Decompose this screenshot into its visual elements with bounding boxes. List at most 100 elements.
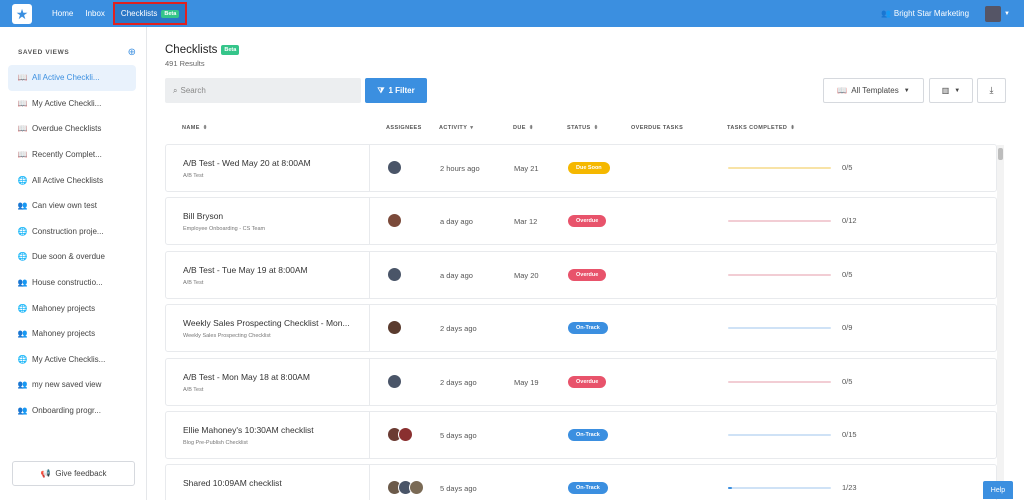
avatar[interactable] bbox=[387, 160, 402, 175]
row-divider bbox=[369, 305, 370, 352]
scrollbar[interactable] bbox=[997, 145, 1004, 497]
template-name: Weekly Sales Prospecting Checklist bbox=[183, 333, 271, 340]
book-icon: 📖 bbox=[17, 150, 28, 160]
template-name: A/B Test bbox=[183, 173, 204, 179]
table-row[interactable]: Shared 10:09AM checklist 5 days ago On-Tra… bbox=[165, 464, 997, 500]
header-activity[interactable]: ACTIVITY ▾ bbox=[439, 125, 473, 131]
sidebar-item[interactable]: 📖 Overdue Checklists bbox=[8, 116, 136, 142]
header-status[interactable]: STATUS ⬍ bbox=[567, 125, 599, 131]
template-name: A/B Test bbox=[183, 279, 204, 286]
templates-dropdown[interactable]: 📖 All Templates ▼ bbox=[823, 78, 924, 103]
progress-bar bbox=[728, 434, 831, 436]
status-badge: Overdue bbox=[568, 215, 607, 228]
status-badge: On-Track bbox=[568, 429, 608, 441]
nav-checklists[interactable]: Checklists Beta bbox=[112, 2, 188, 25]
assignee-avatars[interactable] bbox=[387, 266, 402, 282]
book-icon: 📖 bbox=[17, 73, 28, 83]
users-icon: 👥 bbox=[880, 9, 891, 18]
sidebar-item[interactable]: 📖 Recently Complet... bbox=[8, 142, 136, 168]
sort-icon: ⬍ bbox=[593, 125, 599, 131]
header-name[interactable]: NAME ⬍ bbox=[182, 125, 208, 131]
checklist-name[interactable]: A/B Test - Mon May 18 at 8:00AM bbox=[183, 372, 363, 382]
filter-button[interactable]: ⧩ 1 Filter bbox=[365, 78, 427, 103]
sidebar-item-label: My Active Checkli... bbox=[32, 98, 102, 108]
sidebar-item-label: All Active Checkli... bbox=[32, 73, 100, 83]
sidebar-item-label: Recently Complet... bbox=[32, 150, 102, 160]
sidebar-item[interactable]: 📖 My Active Checkli... bbox=[8, 91, 136, 117]
row-divider bbox=[369, 358, 370, 405]
assignee-avatars[interactable] bbox=[387, 427, 413, 442]
assignee-avatars[interactable] bbox=[387, 373, 402, 389]
add-view-icon[interactable]: ⊕ bbox=[128, 47, 136, 58]
table-row[interactable]: A/B Test - Mon May 18 at 8:00AM A/B Test 2… bbox=[165, 357, 997, 406]
table-row[interactable]: A/B Test - Wed May 20 at 8:00AM A/B Test 2… bbox=[165, 144, 997, 192]
sidebar-item-label: Mahoney projects bbox=[32, 329, 96, 339]
top-bar: ★ Home Inbox Checklists Beta 👥 Bright St… bbox=[0, 0, 1024, 27]
sidebar-item[interactable]: 👥 Onboarding progr... bbox=[8, 398, 136, 424]
sidebar-item[interactable]: 🌐 Construction proje... bbox=[8, 219, 136, 245]
header-status-label: STATUS bbox=[567, 125, 591, 131]
checklist-name[interactable]: Ellie Mahoney's 10:30AM checklist bbox=[183, 425, 363, 435]
header-tasks-completed[interactable]: TASKS COMPLETED ⬍ bbox=[727, 125, 795, 131]
table-row[interactable]: A/B Test - Tue May 19 at 8:00AM A/B Test a… bbox=[165, 250, 997, 299]
sort-icon: ⬍ bbox=[790, 125, 796, 131]
checklist-name[interactable]: A/B Test - Wed May 20 at 8:00AM bbox=[183, 158, 363, 168]
assignee-avatars[interactable] bbox=[387, 480, 424, 496]
sidebar-item[interactable]: 👥 Mahoney projects bbox=[8, 321, 136, 347]
book-icon: 📖 bbox=[17, 124, 28, 134]
sidebar-item-label: All Active Checklists bbox=[32, 175, 104, 185]
activity-time: 2 days ago bbox=[440, 324, 477, 334]
checklist-name[interactable]: A/B Test - Tue May 19 at 8:00AM bbox=[183, 265, 363, 275]
sidebar-item[interactable]: 🌐 All Active Checklists bbox=[8, 167, 136, 193]
avatar[interactable] bbox=[387, 213, 402, 229]
search-input[interactable]: ⌕ Search bbox=[165, 78, 361, 103]
progress-bar bbox=[728, 167, 831, 169]
assignee-avatars[interactable] bbox=[387, 213, 402, 229]
scrollbar-thumb[interactable] bbox=[998, 148, 1003, 160]
download-icon: ⤓ bbox=[989, 85, 994, 95]
avatar[interactable] bbox=[387, 266, 402, 282]
chevron-down-icon[interactable]: ▼ bbox=[1004, 11, 1010, 17]
columns-icon: ▥ bbox=[941, 86, 950, 95]
sidebar-item[interactable]: 👥 my new saved view bbox=[8, 372, 136, 398]
table-row[interactable]: Bill Bryson Employee Onboarding - CS Team… bbox=[165, 197, 997, 246]
user-avatar[interactable] bbox=[985, 5, 1002, 22]
checklist-name[interactable]: Shared 10:09AM checklist bbox=[183, 478, 363, 488]
star-logo-icon[interactable]: ★ bbox=[12, 3, 32, 24]
beta-badge: Beta bbox=[221, 45, 240, 55]
sidebar-item[interactable]: 🌐 Mahoney projects bbox=[8, 295, 136, 321]
sidebar-item[interactable]: 🌐 My Active Checklis... bbox=[8, 347, 136, 373]
sort-icon: ⬍ bbox=[528, 125, 534, 131]
columns-dropdown[interactable]: ▥ ▼ bbox=[929, 78, 973, 103]
download-button[interactable]: ⤓ bbox=[977, 78, 1006, 103]
header-due[interactable]: DUE ⬍ bbox=[513, 125, 534, 131]
avatar[interactable] bbox=[409, 480, 424, 496]
nav-inbox[interactable]: Inbox bbox=[79, 0, 111, 27]
avatar[interactable] bbox=[387, 373, 402, 389]
search-icon: ⌕ bbox=[173, 85, 178, 95]
sidebar-item[interactable]: 👥 House constructio... bbox=[8, 270, 136, 296]
table-row[interactable]: Weekly Sales Prospecting Checklist - Mon… bbox=[165, 304, 997, 353]
sidebar-item[interactable]: 🌐 Due soon & overdue bbox=[8, 244, 136, 270]
sidebar-item[interactable]: 📖 All Active Checkli... bbox=[8, 65, 136, 91]
table-row[interactable]: Ellie Mahoney's 10:30AM checklist Blog Pr… bbox=[165, 411, 997, 459]
template-name: A/B Test bbox=[183, 386, 204, 393]
header-assignees-label: ASSIGNEES bbox=[386, 125, 422, 131]
help-button[interactable]: Help bbox=[983, 481, 1013, 499]
tasks-count: 0/5 bbox=[842, 163, 853, 172]
sidebar-item[interactable]: 👥 Can view own test bbox=[8, 193, 136, 219]
avatar[interactable] bbox=[387, 320, 402, 336]
nav-checklists-label: Checklists bbox=[120, 9, 158, 18]
top-right: 👥 Bright Star Marketing ▼ bbox=[881, 5, 1010, 22]
assignee-avatars[interactable] bbox=[387, 320, 402, 336]
checklist-name[interactable]: Bill Bryson bbox=[183, 211, 363, 221]
give-feedback-button[interactable]: 📢 Give feedback bbox=[12, 461, 135, 486]
assignee-avatars[interactable] bbox=[387, 160, 402, 175]
checklist-name[interactable]: Weekly Sales Prospecting Checklist - Mon… bbox=[183, 318, 363, 328]
org-switcher[interactable]: 👥 Bright Star Marketing bbox=[881, 9, 969, 18]
nav-home[interactable]: Home bbox=[46, 0, 79, 27]
avatar[interactable] bbox=[398, 427, 413, 442]
users-icon: 👥 bbox=[17, 380, 28, 390]
status-badge: On-Track bbox=[568, 322, 608, 335]
sidebar-item-label: Onboarding progr... bbox=[32, 406, 101, 416]
